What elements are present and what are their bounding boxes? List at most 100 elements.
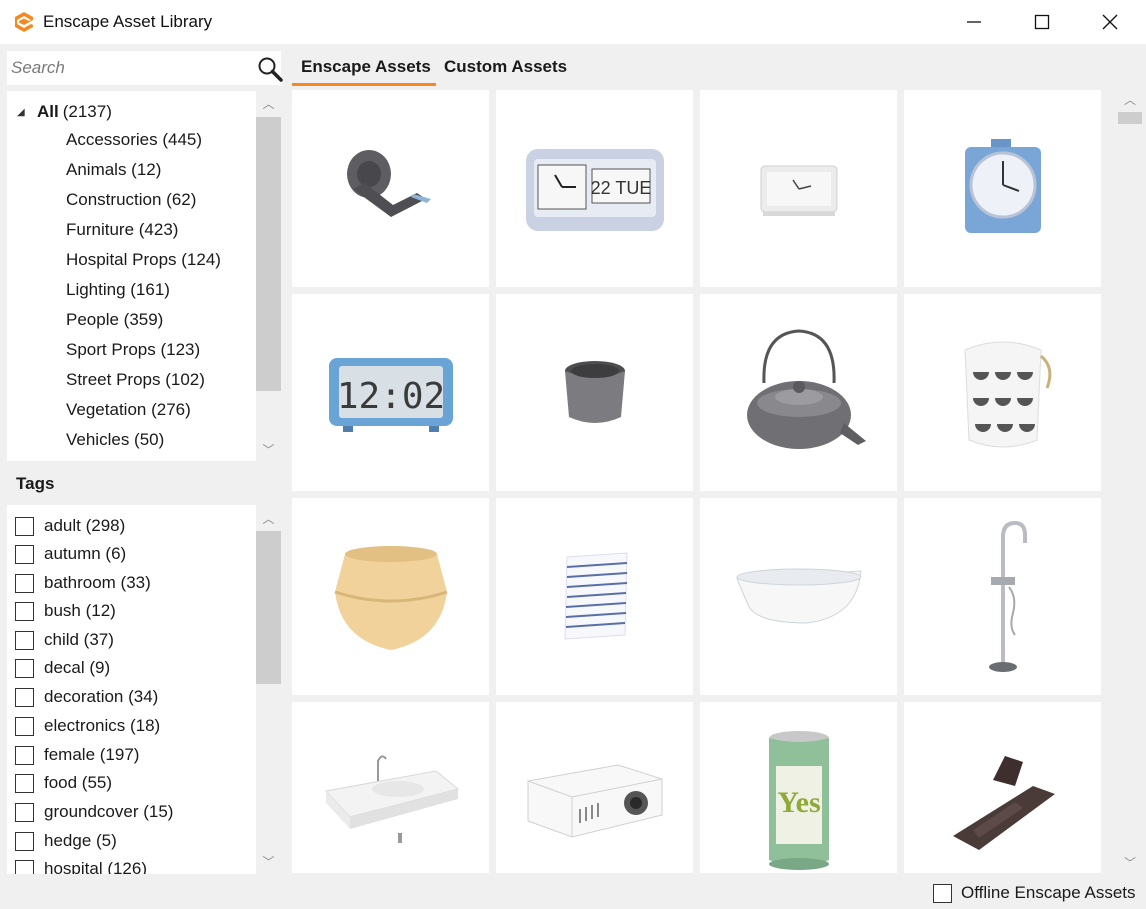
search-icon[interactable] [256,55,284,83]
tag-label: bathroom (33) [44,573,151,592]
category-item-vehicles[interactable]: Vehicles (50) [66,429,164,451]
tag-label: groundcover (15) [44,802,174,821]
scroll-up-icon[interactable]: ︿ [256,93,281,113]
tag-checkbox[interactable] [15,773,34,793]
asset-tile[interactable] [496,702,693,873]
tag-checkbox[interactable] [15,745,34,765]
category-item-vegetation[interactable]: Vegetation (276) [66,399,191,421]
category-item-animals[interactable]: Animals (12) [66,159,161,181]
tag-label: bush (12) [44,601,116,620]
tag-label: female (197) [44,745,140,764]
asset-tile[interactable] [700,294,897,491]
category-scrollbar[interactable]: ︿ ﹀ [256,91,281,461]
asset-tile[interactable] [904,90,1101,287]
tag-label: hospital (126) [44,859,148,874]
category-item-street-props[interactable]: Street Props (102) [66,369,205,391]
close-button[interactable] [1076,0,1144,44]
category-root-all[interactable]: ◢ All (2137) [17,101,112,123]
maximize-icon [1034,14,1050,30]
asset-tile[interactable] [904,294,1101,491]
tag-item-child[interactable]: child (37) [15,629,114,651]
category-list: ◢ All (2137) Accessories (445) Animals (… [7,91,256,461]
category-item-construction[interactable]: Construction (62) [66,189,196,211]
scroll-up-icon[interactable]: ︿ [256,508,281,528]
offline-checkbox[interactable] [933,883,952,903]
category-item-furniture[interactable]: Furniture (423) [66,219,178,241]
tag-item-food[interactable]: food (55) [15,772,112,794]
category-item-sport-props[interactable]: Sport Props (123) [66,339,200,361]
tag-label: electronics (18) [44,716,161,735]
tag-item-bathroom[interactable]: bathroom (33) [15,572,151,594]
asset-tile[interactable] [292,702,489,873]
tags-heading: Tags [16,474,55,493]
maximize-button[interactable] [1008,0,1076,44]
tab-custom-assets[interactable]: Custom Assets [444,52,567,86]
category-scroll-thumb[interactable] [256,117,281,391]
blue-alarm-clock-icon [964,138,1041,233]
tag-item-groundcover[interactable]: groundcover (15) [15,801,173,823]
tag-checkbox[interactable] [15,802,34,822]
tags-scroll-thumb[interactable] [256,531,281,684]
tags-panel: adult (298) autumn (6) bathroom (33) bus… [7,505,281,874]
tag-checkbox[interactable] [15,601,34,621]
asset-tile[interactable] [700,90,897,287]
tag-checkbox[interactable] [15,687,34,707]
tag-checkbox[interactable] [15,573,34,593]
tag-item-hedge[interactable]: hedge (5) [15,830,117,852]
asset-tile[interactable] [496,498,693,695]
category-item-lighting[interactable]: Lighting (161) [66,279,170,301]
scroll-down-icon[interactable]: ﹀ [1116,853,1144,871]
tag-item-autumn[interactable]: autumn (6) [15,543,126,565]
tag-item-electronics[interactable]: electronics (18) [15,715,160,737]
category-item-hospital-props[interactable]: Hospital Props (124) [66,249,221,271]
scroll-down-icon[interactable]: ﹀ [256,439,281,459]
cast-iron-teapot-icon [746,328,866,449]
tag-item-female[interactable]: female (197) [15,744,139,766]
scroll-down-icon[interactable]: ﹀ [256,851,281,871]
tag-checkbox[interactable] [15,859,34,874]
asset-tile[interactable] [904,498,1101,695]
asset-tile[interactable] [496,294,693,491]
woven-basket-icon [334,545,447,650]
category-root-label: All [37,102,59,121]
tag-item-bush[interactable]: bush (12) [15,600,116,622]
tag-item-decal[interactable]: decal (9) [15,657,110,679]
search-input[interactable] [7,51,247,85]
enscape-logo-icon [15,12,33,32]
tag-checkbox[interactable] [15,544,34,564]
asset-tile[interactable]: 22 TUE [496,90,693,287]
tape-dispenser-icon [346,149,431,217]
asset-tile[interactable] [292,498,489,695]
tag-checkbox[interactable] [15,630,34,650]
tag-label: child (37) [44,630,114,649]
tag-item-decoration[interactable]: decoration (34) [15,686,158,708]
tags-scrollbar[interactable]: ︿ ﹀ [256,505,281,874]
asset-tile[interactable] [292,90,489,287]
category-item-accessories[interactable]: Accessories (445) [66,129,202,151]
tag-item-adult[interactable]: adult (298) [15,515,125,537]
asset-grid-scrollbar[interactable]: ︿ ﹀ [1116,90,1144,873]
tag-checkbox[interactable] [15,831,34,851]
category-item-people[interactable]: People (359) [66,309,163,331]
minimize-button[interactable] [940,0,1008,44]
tag-checkbox[interactable] [15,716,34,736]
tag-checkbox[interactable] [15,658,34,678]
scroll-up-icon[interactable]: ︿ [1116,90,1144,108]
tag-label: hedge (5) [44,831,117,850]
tag-checkbox[interactable] [15,516,34,536]
floor-faucet-icon [988,520,1027,672]
asset-tile[interactable]: Yes [700,702,897,873]
asset-tile[interactable] [700,498,897,695]
expand-triangle-icon[interactable]: ◢ [17,107,31,118]
tab-enscape-assets[interactable]: Enscape Assets [292,52,436,86]
offline-label: Offline Enscape Assets [961,883,1136,902]
asset-grid-scroll-thumb[interactable] [1118,112,1142,124]
minimize-icon [967,21,981,23]
washbasin-icon [324,754,459,843]
asset-tile[interactable] [904,702,1101,873]
white-desk-clock-icon [760,165,837,216]
flip-clock-text: 22 TUE [590,178,651,198]
offline-assets-toggle[interactable]: Offline Enscape Assets [933,882,1136,904]
asset-tile[interactable]: 12:02 [292,294,489,491]
tag-item-hospital[interactable]: hospital (126) [15,858,147,874]
